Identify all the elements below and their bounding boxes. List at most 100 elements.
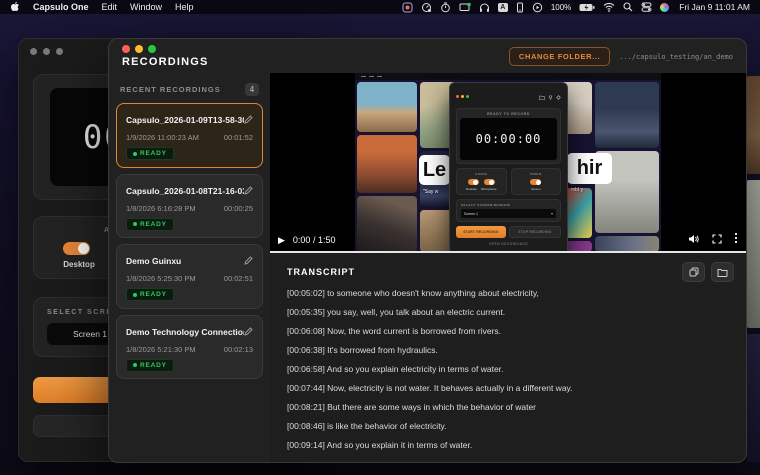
apple-icon[interactable] — [10, 1, 20, 14]
desktop-toggle-label: Desktop — [465, 187, 477, 191]
recording-duration: 00:02:51 — [223, 274, 253, 283]
transcript-line: [00:06:08] Now, the word current is borr… — [287, 326, 502, 336]
recording-list-item[interactable]: Demo Technology Connections 1/8/2026 5:2… — [116, 314, 263, 379]
search-icon[interactable] — [623, 2, 633, 12]
recording-list-item[interactable]: Capsulo_2026-01-08T21-16-03-0 1/8/2026 6… — [116, 173, 263, 238]
video-player[interactable]: Le hir "Say w mbl y READY TO RECORD 00:0… — [270, 73, 746, 253]
transcript-line: [00:07:44] Now, electricity is not water… — [287, 383, 573, 393]
player-controls: ▶ 0:00 / 1:50 — [270, 232, 746, 248]
recording-date: 1/8/2026 5:21:30 PM — [126, 344, 196, 354]
recording-name: Demo Guinxu — [126, 256, 182, 266]
menu-bar: Capsulo One Edit Window Help A 100% Fri … — [0, 0, 760, 14]
screen-select-value: Screen 1 — [73, 329, 108, 339]
transcript-line: [00:05:02] to someone who doesn't know a… — [287, 288, 539, 298]
screen-select-dropdown: Screen 1 ▾ — [461, 209, 556, 218]
transcript-panel: TRANSCRIPT [00:05:02] to someone who doe… — [270, 253, 746, 462]
microphone-toggle-label: Microphone — [480, 187, 497, 191]
photo-tile — [357, 82, 417, 132]
edit-pencil-icon[interactable] — [244, 111, 253, 129]
player-time: 0:00 / 1:50 — [292, 235, 336, 245]
recordings-count-badge: 4 — [245, 83, 259, 96]
status-dot — [133, 222, 137, 226]
recent-recordings-label: RECENT RECORDINGS — [120, 85, 221, 94]
more-options-icon[interactable] — [734, 231, 738, 249]
recorded-timer-display: 00:00:00 — [460, 118, 557, 160]
video-frame: Le hir "Say w mbl y READY TO RECORD 00:0… — [355, 73, 661, 253]
volume-icon[interactable] — [688, 231, 700, 249]
play-icon[interactable]: ▶ — [278, 235, 285, 246]
recording-name: Capsulo_2026-01-09T13-58-30-5 — [126, 115, 244, 125]
timer-icon[interactable] — [440, 2, 451, 13]
copy-transcript-button[interactable] — [682, 262, 705, 282]
transcript-line: [00:05:35] you say, well, you talk about… — [287, 307, 506, 317]
desktop-photo-sliver — [747, 76, 760, 174]
recordings-sidebar: RECENT RECORDINGS 4 Capsulo_2026-01-09T1… — [109, 73, 270, 462]
window-traffic-lights — [456, 94, 469, 98]
menu-clock[interactable]: Fri Jan 9 11:01 AM — [679, 2, 750, 12]
battery-percent: 100% — [550, 2, 572, 12]
wifi-icon[interactable] — [603, 2, 615, 12]
open-folder-button[interactable] — [711, 262, 734, 282]
pin-icon — [548, 87, 553, 105]
recording-duration: 00:01:52 — [223, 133, 253, 142]
play-circle-icon[interactable] — [532, 2, 543, 13]
transcript-line: [00:09:14] And so you explain it in term… — [287, 440, 473, 450]
recording-list-item[interactable]: Capsulo_2026-01-09T13-58-30-5 1/9/2026 1… — [116, 103, 263, 168]
status-dot — [133, 151, 137, 156]
transcript-line: [00:08:21] But there are some ways in wh… — [287, 402, 536, 412]
audio-label: AUDIO — [475, 172, 488, 176]
screen-select-value: Screen 1 — [464, 211, 479, 216]
recording-date: 1/8/2026 6:16:28 PM — [126, 203, 196, 213]
recording-list-item[interactable]: Demo Guinxu 1/8/2026 5:25:30 PM 00:02:51… — [116, 244, 263, 309]
menu-help[interactable]: Help — [175, 2, 194, 12]
ready-to-record-label: READY TO RECORD — [486, 112, 531, 116]
player-progress-bar[interactable] — [270, 251, 746, 253]
recording-duration: 00:00:25 — [223, 203, 253, 213]
fullscreen-icon[interactable] — [712, 231, 722, 249]
photo-tile — [595, 82, 659, 148]
microphone-toggle — [483, 179, 495, 185]
recordings-header: RECORDINGS CHANGE FOLDER... .../capsulo_… — [109, 39, 746, 73]
transcript-line: [00:08:46] is like the behavior of elect… — [287, 421, 447, 431]
edit-pencil-icon[interactable] — [244, 323, 253, 341]
input-source-icon[interactable]: A — [497, 2, 508, 12]
desktop-audio-toggle[interactable] — [63, 242, 91, 255]
status-badge: READY — [126, 147, 174, 160]
recording-date: 1/9/2026 11:00:23 AM — [126, 133, 199, 142]
window-traffic-lights[interactable] — [122, 45, 209, 53]
status-badge: READY — [126, 217, 174, 231]
gauge-icon[interactable] — [421, 2, 432, 13]
headphones-icon[interactable] — [479, 2, 490, 13]
video-overlay-text-right: hir — [567, 153, 612, 184]
recordings-window: RECORDINGS CHANGE FOLDER... .../capsulo_… — [108, 38, 747, 463]
video-overlay-caption-right: mbl y — [571, 187, 583, 193]
control-center-icon[interactable] — [641, 2, 652, 12]
status-dot — [133, 363, 137, 367]
folder-icon — [539, 87, 545, 105]
change-folder-button[interactable]: CHANGE FOLDER... — [508, 47, 611, 66]
recording-name: Capsulo_2026-01-08T21-16-03-0 — [126, 185, 244, 196]
transcript-line: [00:06:58] And so you explain electricit… — [287, 364, 504, 374]
desktop-photo-sliver — [747, 334, 760, 462]
transcript-lines[interactable]: [00:05:02] to someone who doesn't know a… — [270, 284, 746, 462]
video-overlay-caption-left: "Say w — [423, 189, 439, 195]
menu-edit[interactable]: Edit — [102, 2, 118, 12]
siri-icon[interactable] — [660, 2, 670, 12]
menu-app-name[interactable]: Capsulo One — [33, 2, 89, 12]
battery-icon[interactable] — [579, 3, 595, 12]
page-title: RECORDINGS — [122, 56, 209, 68]
photo-tile — [357, 135, 417, 193]
menu-window[interactable]: Window — [130, 2, 162, 12]
screen-toggle — [530, 179, 542, 185]
recording-date: 1/8/2026 5:25:30 PM — [126, 274, 196, 283]
screen-share-icon[interactable] — [459, 2, 471, 13]
chevron-down-icon: ▾ — [550, 211, 553, 216]
video-overlay-text-left: Le — [419, 155, 450, 185]
transcript-title: TRANSCRIPT — [287, 267, 355, 277]
edit-pencil-icon[interactable] — [244, 182, 253, 200]
device-icon[interactable] — [516, 2, 524, 13]
record-indicator-icon[interactable] — [402, 2, 413, 13]
edit-pencil-icon[interactable] — [244, 252, 253, 270]
status-dot — [133, 292, 137, 297]
folder-path: .../capsulo_testing/an_demo — [619, 52, 733, 61]
